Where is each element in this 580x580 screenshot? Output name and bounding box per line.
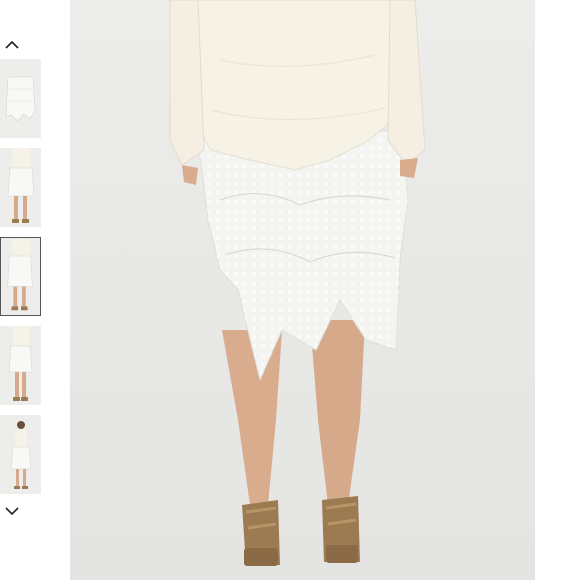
thumbnail-rail [0, 0, 50, 580]
thumbnail-5[interactable] [0, 415, 41, 494]
main-product-image [70, 0, 535, 580]
chevron-up-icon[interactable] [2, 34, 22, 54]
left-sandal [242, 500, 280, 566]
chevron-down-icon[interactable] [2, 501, 22, 521]
product-gallery [0, 0, 580, 580]
thumbnail-1[interactable] [0, 59, 41, 138]
right-sandal [322, 496, 360, 563]
thumbnail-3[interactable] [0, 237, 41, 316]
left-sleeve [169, 0, 205, 166]
thumbnail-2[interactable] [0, 148, 41, 227]
thumbnail-4[interactable] [0, 326, 41, 405]
